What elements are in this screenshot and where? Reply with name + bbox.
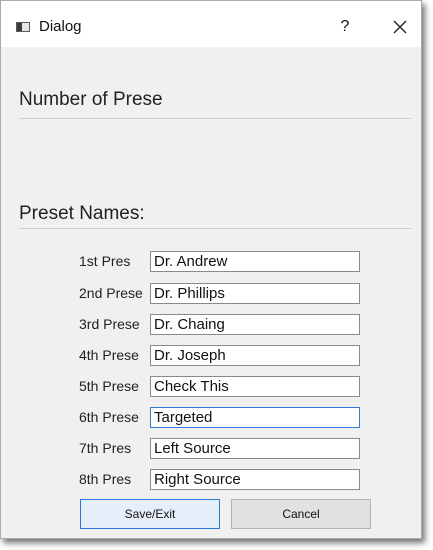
preset-label-7: 7th Pres (79, 440, 132, 456)
preset-names-label: Preset Names: (19, 203, 145, 224)
help-button[interactable]: ? (333, 15, 357, 39)
names-section-divider (19, 228, 411, 229)
preset-label-5: 5th Prese (79, 378, 139, 394)
title-bar[interactable]: Dialog ? (1, 1, 421, 47)
preset-label-2: 2nd Prese (79, 285, 143, 301)
preset-name-input-4[interactable] (150, 345, 360, 366)
save-exit-button[interactable]: Save/Exit (80, 499, 220, 529)
cancel-button[interactable]: Cancel (231, 499, 371, 529)
number-section-divider (19, 118, 411, 119)
preset-name-input-6[interactable] (150, 407, 360, 428)
dialog-window-icon (16, 22, 30, 32)
number-of-presets-label: Number of Prese (19, 89, 163, 110)
preset-name-input-3[interactable] (150, 314, 360, 335)
close-button[interactable] (387, 14, 413, 40)
window-title: Dialog (39, 18, 82, 35)
preset-name-input-2[interactable] (150, 283, 360, 304)
preset-name-input-5[interactable] (150, 376, 360, 397)
preset-label-8: 8th Pres (79, 471, 132, 487)
preset-label-1: 1st Pres (79, 253, 131, 269)
close-icon (393, 20, 407, 34)
preset-name-input-8[interactable] (150, 469, 360, 490)
preset-label-4: 4th Prese (79, 347, 139, 363)
preset-name-input-1[interactable] (150, 251, 360, 272)
dialog-window: Dialog ? Number of Prese Preset Names: 1… (0, 0, 422, 539)
preset-label-6: 6th Prese (79, 409, 139, 425)
preset-label-3: 3rd Prese (79, 316, 140, 332)
preset-name-input-7[interactable] (150, 438, 360, 459)
